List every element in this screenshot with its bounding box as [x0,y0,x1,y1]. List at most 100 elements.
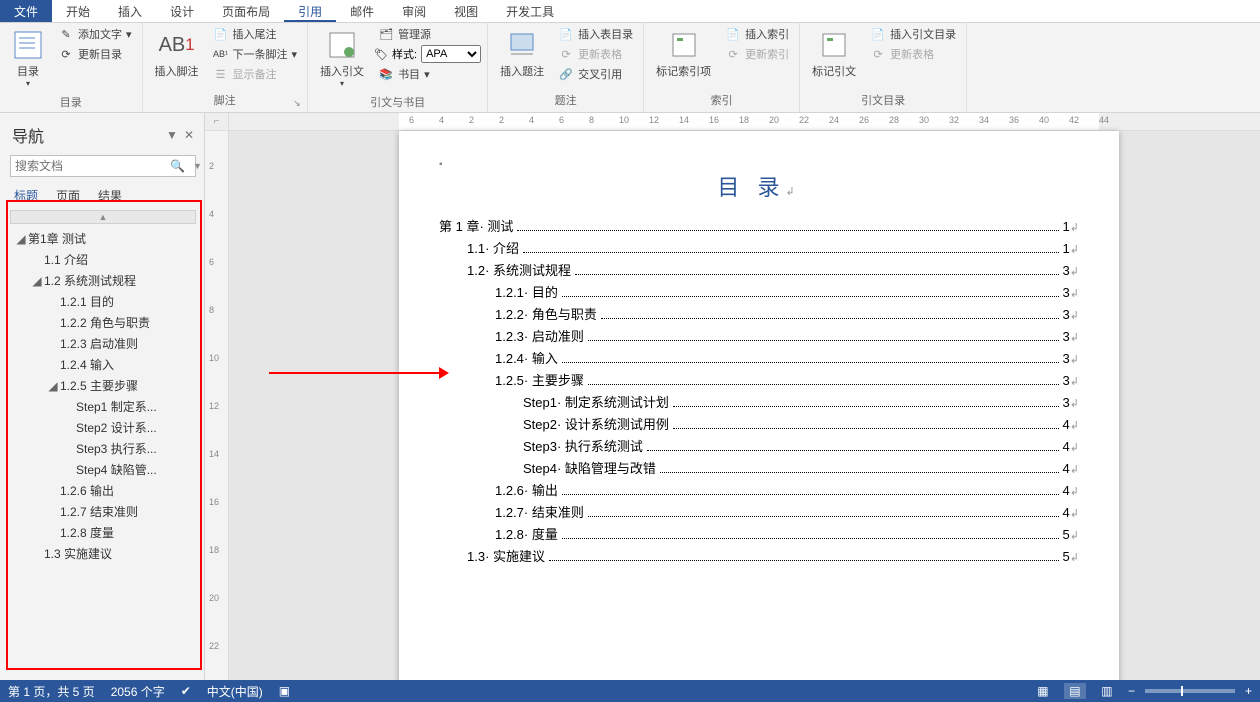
nav-close[interactable]: ✕ [184,128,194,142]
update-toc-button[interactable]: ⟳更新目录 [54,45,136,63]
hruler-tick: 40 [1039,115,1049,125]
hruler-tick: 14 [679,115,689,125]
add-text-button[interactable]: ✎添加文字 ▾ [54,25,136,43]
manage-sources-button[interactable]: 🗂管理源 [374,25,481,43]
status-words[interactable]: 2056 个字 [111,683,165,700]
toc-entry[interactable]: 1.2.7· 结束准则4↲ [439,502,1079,521]
nav-node[interactable]: Step3 执行系... [10,438,196,459]
zoom-in[interactable]: + [1245,684,1252,698]
group-index: 标记索引项 📄插入索引 ⟳更新索引 索引 [644,23,800,112]
menu-design[interactable]: 设计 [156,0,208,22]
hruler-tick: 24 [829,115,839,125]
toc-entry[interactable]: 1.3· 实施建议 5↲ [439,546,1079,565]
update-caption-table-button[interactable]: ⟳更新表格 [554,45,637,63]
tab-pages[interactable]: 页面 [56,187,80,204]
toc-entry[interactable]: 1.2.8· 度量 5↲ [439,524,1079,543]
insert-toa-button[interactable]: 📄插入引文目录 [866,25,960,43]
menu-layout[interactable]: 页面布局 [208,0,284,22]
toc-entry[interactable]: Step2· 设计系统测试用例 4↲ [439,414,1079,433]
bibliography-button[interactable]: 📚书目 ▾ [374,65,481,83]
nav-node[interactable]: ◢1.2 系统测试规程 [10,270,196,291]
menu-file[interactable]: 文件 [0,0,52,22]
insert-index-button[interactable]: 📄插入索引 [721,25,793,43]
tab-headings[interactable]: 标题 [14,187,38,204]
vertical-ruler: ⌐ 246810121416182022 [205,113,229,680]
workspace: 导航 ▼ ✕ 🔍 ▼ 标题 页面 结果 ▲ ◢第1章 测试1.1 介绍◢1.2 系… [0,113,1260,680]
toc-entry[interactable]: 第 1 章· 测试 1↲ [439,216,1079,235]
nav-node[interactable]: Step4 缺陷管... [10,459,196,480]
insert-caption-button[interactable]: 插入题注 [494,25,550,90]
insert-table-fig-button[interactable]: 📄插入表目录 [554,25,637,43]
toc-entry[interactable]: 1.1· 介绍 1↲ [439,238,1079,257]
view-print-icon[interactable]: ▤ [1064,683,1086,699]
nav-node[interactable]: 1.2.7 结束准则 [10,501,196,522]
insert-citation-button[interactable]: 插入引文▾ [314,25,370,92]
caption-icon [506,29,538,61]
nav-search-input[interactable] [15,159,170,173]
citation-style-select[interactable]: APA [421,45,481,63]
nav-node[interactable]: ◢1.2.5 主要步骤 [10,375,196,396]
nav-node[interactable]: ◢第1章 测试 [10,228,196,249]
toc-entry[interactable]: 1.2· 系统测试规程 3↲ [439,260,1079,279]
menu-mailings[interactable]: 邮件 [336,0,388,22]
toc-entry[interactable]: 1.2.3· 启动准则3↲ [439,326,1079,345]
document-area: 6422468101214161820222426283032343640424… [229,113,1260,680]
view-read-icon[interactable]: ▦ [1032,683,1054,699]
nav-node[interactable]: Step2 设计系... [10,417,196,438]
hruler-tick: 32 [949,115,959,125]
toc-entry[interactable]: 1.2.6· 输出 4↲ [439,480,1079,499]
status-page[interactable]: 第 1 页，共 5 页 [8,683,95,700]
nav-node[interactable]: Step1 制定系... [10,396,196,417]
nav-title: 导航 [12,123,44,147]
nav-node[interactable]: 1.2.6 输出 [10,480,196,501]
show-notes-button[interactable]: ☰显示备注 [209,65,302,83]
toc-entry[interactable]: 1.2.4· 输入 3↲ [439,348,1079,367]
nav-node[interactable]: 1.3 实施建议 [10,543,196,564]
toc-entry[interactable]: 1.2.2· 角色与职责 3↲ [439,304,1079,323]
mark-entry-button[interactable]: 标记索引项 [650,25,717,90]
toc-button[interactable]: 目录▾ [6,25,50,92]
next-footnote-button[interactable]: AB¹下一条脚注 ▾ [209,45,302,63]
nav-node[interactable]: 1.2.1 目的 [10,291,196,312]
insert-endnote-button[interactable]: 📄插入尾注 [209,25,302,43]
zoom-slider[interactable] [1145,689,1235,693]
zoom-out[interactable]: − [1128,684,1135,698]
mark-citation-button[interactable]: 标记引文 [806,25,862,90]
group-toc: 目录▾ ✎添加文字 ▾ ⟳更新目录 目录 [0,23,143,112]
nav-node[interactable]: 1.1 介绍 [10,249,196,270]
status-macro-icon[interactable]: ▣ [279,684,290,698]
update-toa-button[interactable]: ⟳更新表格 [866,45,960,63]
hruler-tick: 2 [469,115,474,125]
footnotes-launcher[interactable]: ↘ [293,98,305,110]
menu-dev[interactable]: 开发工具 [492,0,568,22]
menu-review[interactable]: 审阅 [388,0,440,22]
toc-entry[interactable]: 1.2.1· 目的3↲ [439,282,1079,301]
hruler-tick: 22 [799,115,809,125]
menu-home[interactable]: 开始 [52,0,104,22]
status-proofing-icon[interactable]: ✔ [181,684,191,698]
nav-dropdown[interactable]: ▼ [166,128,178,142]
page[interactable]: ▪ 目 录↲ 第 1 章· 测试 1↲1.1· 介绍 1↲1.2· 系统测试规程… [399,131,1119,680]
hruler-tick: 16 [709,115,719,125]
search-dropdown[interactable]: ▼ [193,161,202,171]
update-index-button[interactable]: ⟳更新索引 [721,45,793,63]
toc-entry[interactable]: Step3· 执行系统测试 4↲ [439,436,1079,455]
status-lang[interactable]: 中文(中国) [207,683,263,700]
cross-ref-button[interactable]: 🔗交叉引用 [554,65,637,83]
toc-body: 第 1 章· 测试 1↲ 1.1· 介绍 1↲ 1.2· 系统测试规程 3↲ 1.2.… [439,216,1079,565]
search-icon[interactable]: 🔍 [170,159,185,173]
nav-node[interactable]: 1.2.2 角色与职责 [10,312,196,333]
nav-node[interactable]: 1.2.8 度量 [10,522,196,543]
toc-entry[interactable]: 1.2.5· 主要步骤 3↲ [439,370,1079,389]
tab-results[interactable]: 结果 [98,187,122,204]
menu-view[interactable]: 视图 [440,0,492,22]
menu-references[interactable]: 引用 [284,0,336,22]
toc-entry[interactable]: Step4· 缺陷管理与改错 4↲ [439,458,1079,477]
nav-node[interactable]: 1.2.4 输入 [10,354,196,375]
view-web-icon[interactable]: ▥ [1096,683,1118,699]
menu-insert[interactable]: 插入 [104,0,156,22]
nav-node[interactable]: 1.2.3 启动准则 [10,333,196,354]
toc-entry[interactable]: Step1· 制定系统测试计划 3↲ [439,392,1079,411]
nav-collapse-bar[interactable]: ▲ [10,210,196,224]
insert-footnote-button[interactable]: AB1 插入脚注 [149,25,205,90]
